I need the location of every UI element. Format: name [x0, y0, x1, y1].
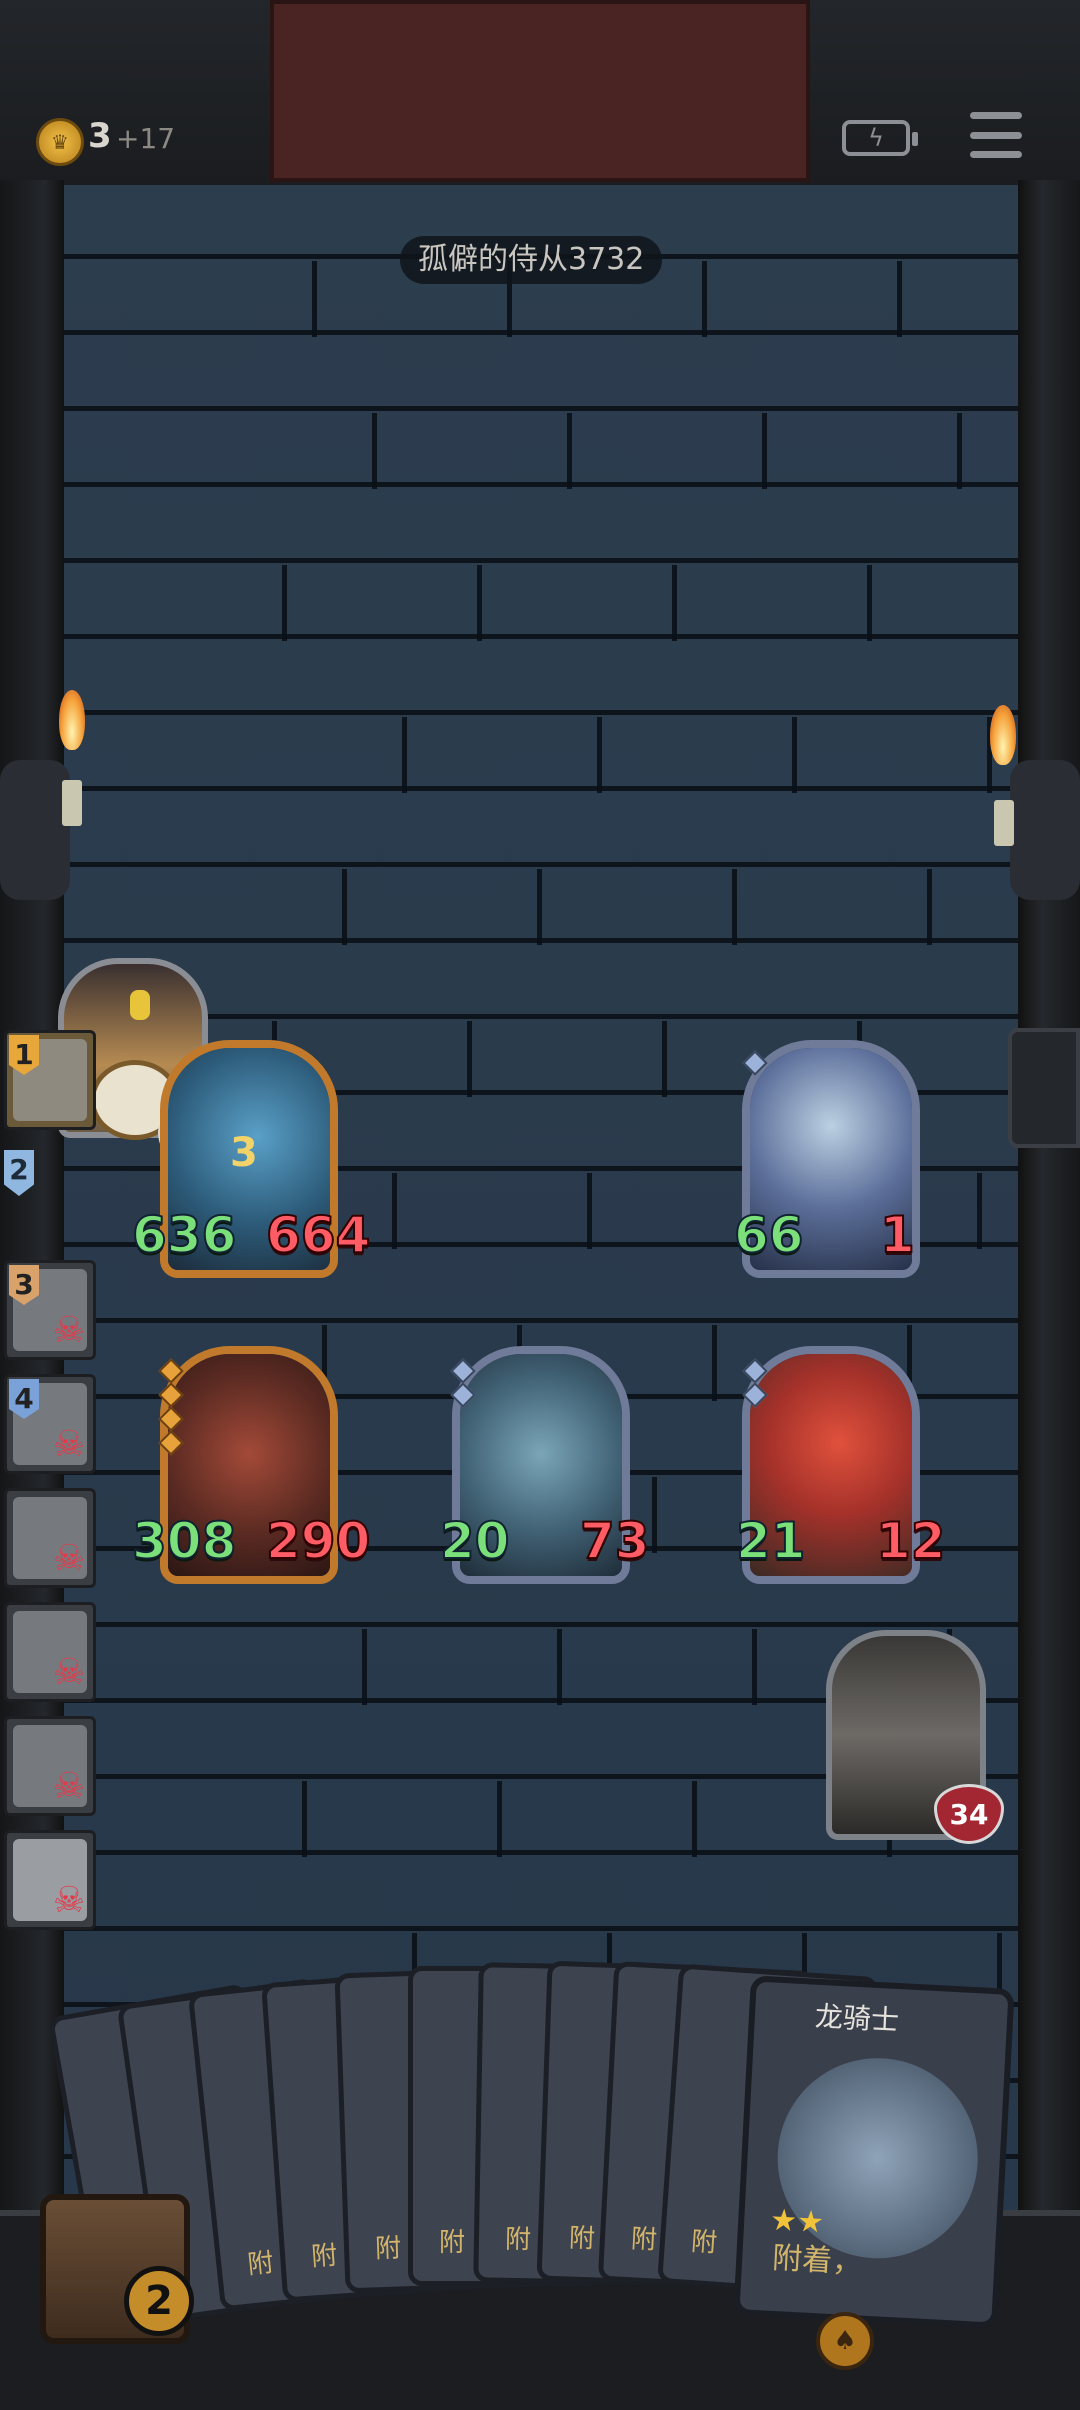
skull-icon: ☠ — [52, 1424, 86, 1465]
gold-amount: 3 — [88, 116, 112, 156]
selected-card-text: 附着， — [771, 2240, 864, 2281]
gold-coin-icon: ♛ — [36, 118, 84, 166]
menu-icon[interactable] — [970, 112, 1022, 158]
leaderboard-entry-6[interactable]: ☠ — [4, 1602, 96, 1702]
skull-icon: ☠ — [52, 1652, 86, 1693]
skull-icon: ☠ — [52, 1766, 86, 1807]
right-pillar — [1018, 180, 1080, 2260]
hand-card-text: 附 — [504, 2224, 532, 2256]
opponent-hero-tier: 3 — [230, 1130, 258, 1176]
player-minion-1-attack: 308 — [131, 1511, 237, 1571]
player-minion-2-attack: 20 — [439, 1511, 511, 1571]
hand-card-text: 附 — [246, 2247, 276, 2281]
player-minion-3-attack: 21 — [735, 1511, 807, 1571]
hand-card-text: 附 — [568, 2223, 596, 2255]
player-minion-1-health: 290 — [265, 1511, 371, 1571]
clock-bell-icon — [130, 990, 150, 1020]
leaderboard-entry-4[interactable]: 4 ☠ — [4, 1374, 96, 1474]
enemy-minion-1-health: 664 — [265, 1205, 371, 1265]
torch-flame-left-icon — [59, 690, 85, 750]
gold-income: +17 — [116, 122, 176, 155]
enemy-minion-2-health: 1 — [879, 1205, 916, 1265]
top-banner — [270, 0, 810, 182]
selected-hand-card[interactable]: 龙骑士 ★★ 附着， — [733, 1975, 1015, 2329]
deck[interactable] — [10, 2154, 220, 2354]
enemy-minion-1-attack: 636 — [131, 1205, 237, 1265]
skull-icon: ☠ — [52, 1538, 86, 1579]
emote-button[interactable]: ♠ — [816, 2312, 874, 2370]
end-turn-handle[interactable] — [1008, 1028, 1080, 1148]
sconce-left — [0, 760, 70, 900]
sconce-right — [1010, 760, 1080, 900]
deck-count: 2 — [124, 2266, 194, 2336]
candle-right — [994, 800, 1014, 846]
hand-card-text: 附 — [310, 2240, 339, 2273]
torch-flame-right-icon — [990, 705, 1016, 765]
player-minion-2-health: 73 — [579, 1511, 651, 1571]
hand-card-text: 附 — [439, 2228, 466, 2258]
leaderboard-entry-5[interactable]: ☠ — [4, 1488, 96, 1588]
hand-card-text: 附 — [630, 2224, 658, 2256]
candle-left — [62, 780, 82, 826]
battery-icon: ϟ — [842, 120, 918, 156]
hand-card-text: 附 — [374, 2233, 402, 2265]
skull-icon: ☠ — [52, 1310, 86, 1351]
leaderboard-entry-7[interactable]: ☠ — [4, 1716, 96, 1816]
left-pillar — [0, 180, 64, 2260]
leaderboard-entry-3[interactable]: 3 ☠ — [4, 1260, 96, 1360]
player-minion-3-health: 12 — [875, 1511, 947, 1571]
leaderboard-entry-8[interactable]: ☠ — [4, 1830, 96, 1930]
hand-card-text: 附 — [689, 2226, 719, 2259]
leaderboard-entry-1[interactable]: 1 — [4, 1030, 96, 1130]
selected-card-name: 龙骑士 — [814, 1999, 900, 2038]
skull-icon: ☠ — [52, 1880, 86, 1921]
opponent-name: 孤僻的侍从3732 — [400, 236, 663, 284]
enemy-minion-2-attack: 66 — [733, 1205, 805, 1265]
